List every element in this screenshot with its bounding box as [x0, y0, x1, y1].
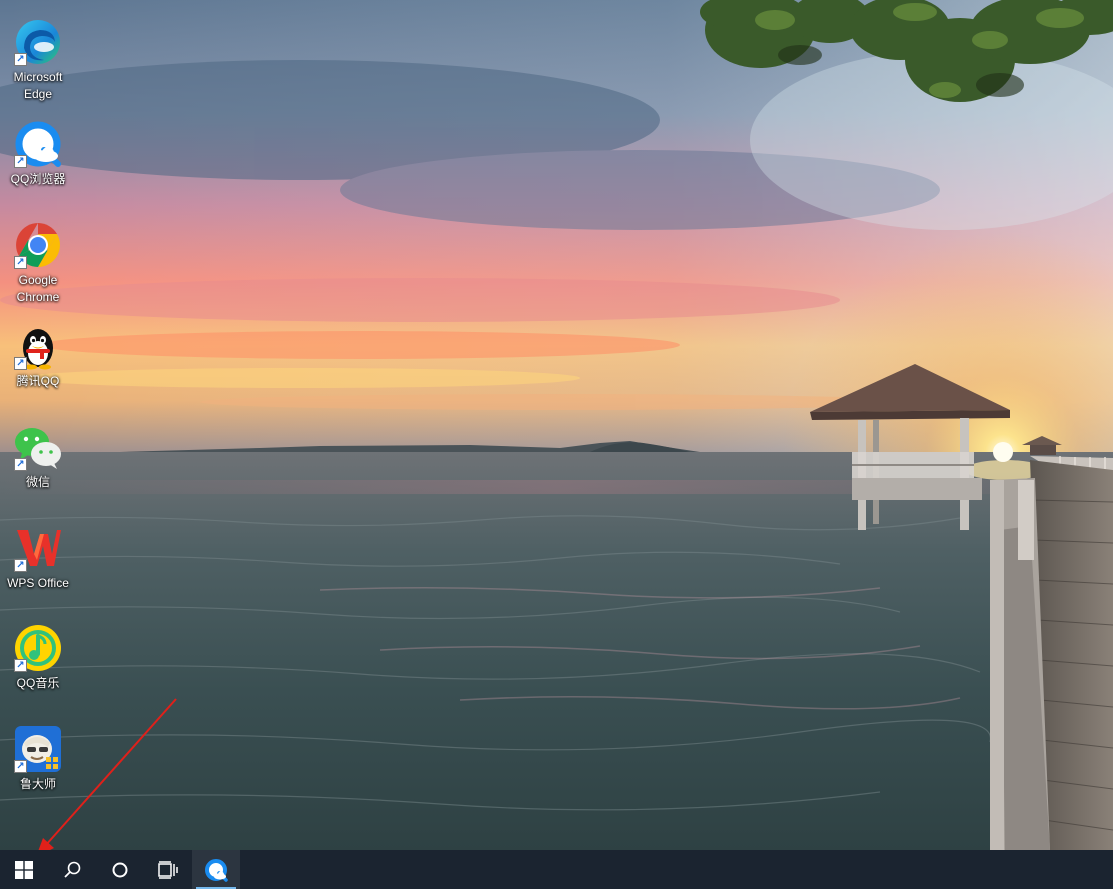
search-button[interactable] — [48, 850, 96, 889]
desktop-icon-label: 微信 — [25, 475, 50, 489]
desktop-icon-chrome[interactable]: ↗ Google Chrome — [4, 219, 72, 311]
desktop-icon-wechat[interactable]: ↗ 微信 — [4, 421, 72, 513]
circle-icon — [112, 862, 128, 877]
shortcut-arrow-icon: ↗ — [14, 659, 27, 672]
desktop-icon-label: QQ浏览器 — [10, 172, 66, 186]
desktop-icon-wps[interactable]: ↗ WPS Office — [4, 522, 72, 614]
qq-browser-icon: ↗ — [14, 120, 62, 168]
desktop-icon-qq-music[interactable]: ↗ QQ音乐 — [4, 622, 72, 714]
desktop-icon-label: 鲁大师 — [19, 777, 56, 791]
desktop-icon-edge[interactable]: ↗ Microsoft Edge — [4, 16, 72, 108]
taskbar — [0, 850, 1113, 889]
desktop-icon-ludashi[interactable]: ↗ 鲁大师 — [4, 723, 72, 815]
ludashi-icon: ↗ — [14, 725, 62, 773]
desktop-icon-label: Google Chrome — [16, 273, 60, 304]
desktop-icon-label: QQ音乐 — [16, 676, 60, 690]
search-icon — [64, 861, 81, 878]
wps-icon: ↗ — [14, 524, 62, 572]
shortcut-arrow-icon: ↗ — [14, 760, 27, 773]
desktop-icon-label: 腾讯QQ — [16, 374, 60, 388]
shortcut-arrow-icon: ↗ — [14, 155, 27, 168]
desktop-icon-qq-browser[interactable]: ↗ QQ浏览器 — [4, 118, 72, 210]
shortcut-arrow-icon: ↗ — [14, 53, 27, 66]
qq-penguin-icon: ↗ — [14, 322, 62, 370]
qq-browser-icon — [205, 858, 228, 882]
shortcut-arrow-icon: ↗ — [14, 559, 27, 572]
cortana-button[interactable] — [96, 850, 144, 889]
task-view-button[interactable] — [144, 850, 192, 889]
shortcut-arrow-icon: ↗ — [14, 357, 27, 370]
shortcut-arrow-icon: ↗ — [14, 458, 27, 471]
start-button[interactable] — [0, 850, 48, 889]
desktop-icon-label: WPS Office — [7, 576, 69, 590]
desktop-wallpaper — [0, 0, 1113, 850]
shortcut-arrow-icon: ↗ — [14, 256, 27, 269]
qq-music-icon: ↗ — [14, 624, 62, 672]
edge-icon: ↗ — [14, 18, 62, 66]
wechat-icon: ↗ — [14, 423, 62, 471]
task-view-icon — [158, 860, 178, 879]
desktop-icon-label: Microsoft Edge — [13, 70, 63, 101]
desktop-icon-qq[interactable]: ↗ 腾讯QQ — [4, 320, 72, 412]
windows-logo-icon — [15, 860, 33, 879]
chrome-icon: ↗ — [14, 221, 62, 269]
taskbar-app-qq-browser[interactable] — [192, 850, 240, 889]
